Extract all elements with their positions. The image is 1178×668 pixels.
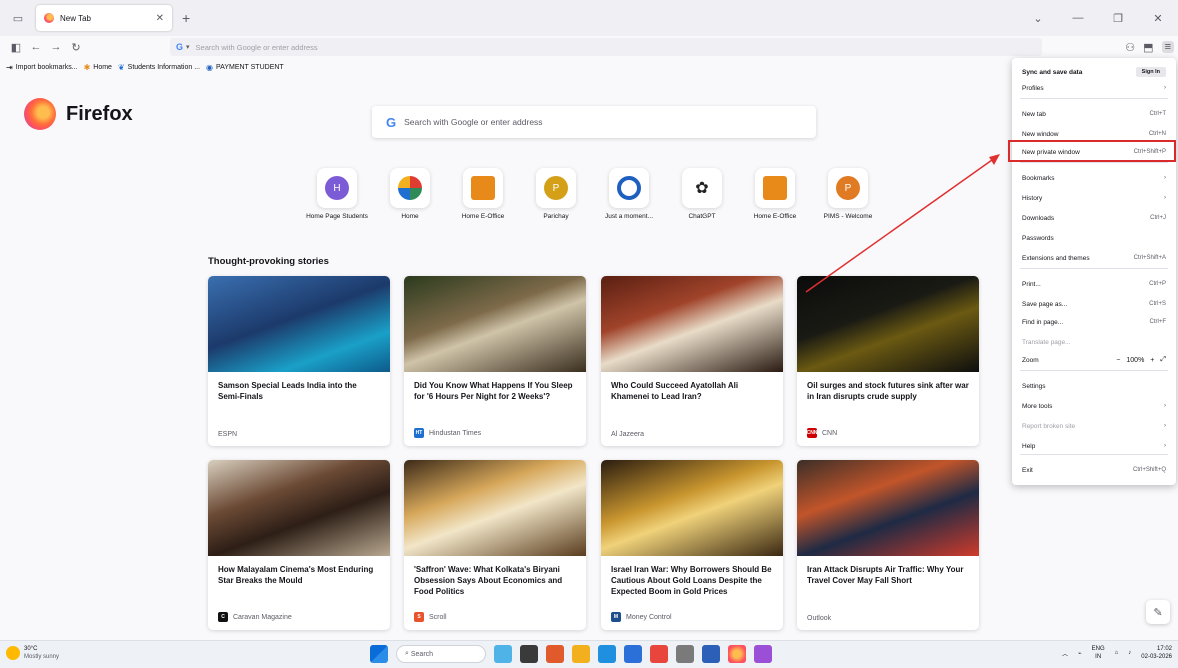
widgets-icon[interactable]: [494, 645, 512, 663]
settings-icon[interactable]: [676, 645, 694, 663]
outlook-icon[interactable]: [702, 645, 720, 663]
language-indicator[interactable]: ENG IN: [1092, 645, 1105, 661]
chrome-icon[interactable]: [650, 645, 668, 663]
app-icon[interactable]: [546, 645, 564, 663]
app-icon[interactable]: [754, 645, 772, 663]
edge-icon[interactable]: [598, 645, 616, 663]
file-explorer-icon[interactable]: [572, 645, 590, 663]
windows-start-icon[interactable]: [370, 645, 388, 663]
clock[interactable]: 17:02 02-03-2026: [1141, 645, 1172, 661]
store-icon[interactable]: [624, 645, 642, 663]
annotation-arrow: [805, 154, 1000, 293]
sun-icon: [6, 646, 20, 660]
firefox-icon[interactable]: [728, 645, 746, 663]
windows-taskbar: 30°C Mostly sunny ⌕ Search ︿ ⌁ ENG IN ⌂ ♪ …: [0, 640, 1178, 668]
volume-icon[interactable]: ♪: [1128, 650, 1131, 656]
wifi-icon[interactable]: ⌂: [1115, 650, 1119, 656]
chevron-up-icon[interactable]: ︿: [1062, 649, 1068, 658]
taskbar-search[interactable]: ⌕ Search: [396, 645, 486, 663]
weather-widget[interactable]: 30°C Mostly sunny: [6, 645, 59, 661]
task-view-icon[interactable]: [520, 645, 538, 663]
network-icon[interactable]: ⌁: [1078, 650, 1082, 657]
